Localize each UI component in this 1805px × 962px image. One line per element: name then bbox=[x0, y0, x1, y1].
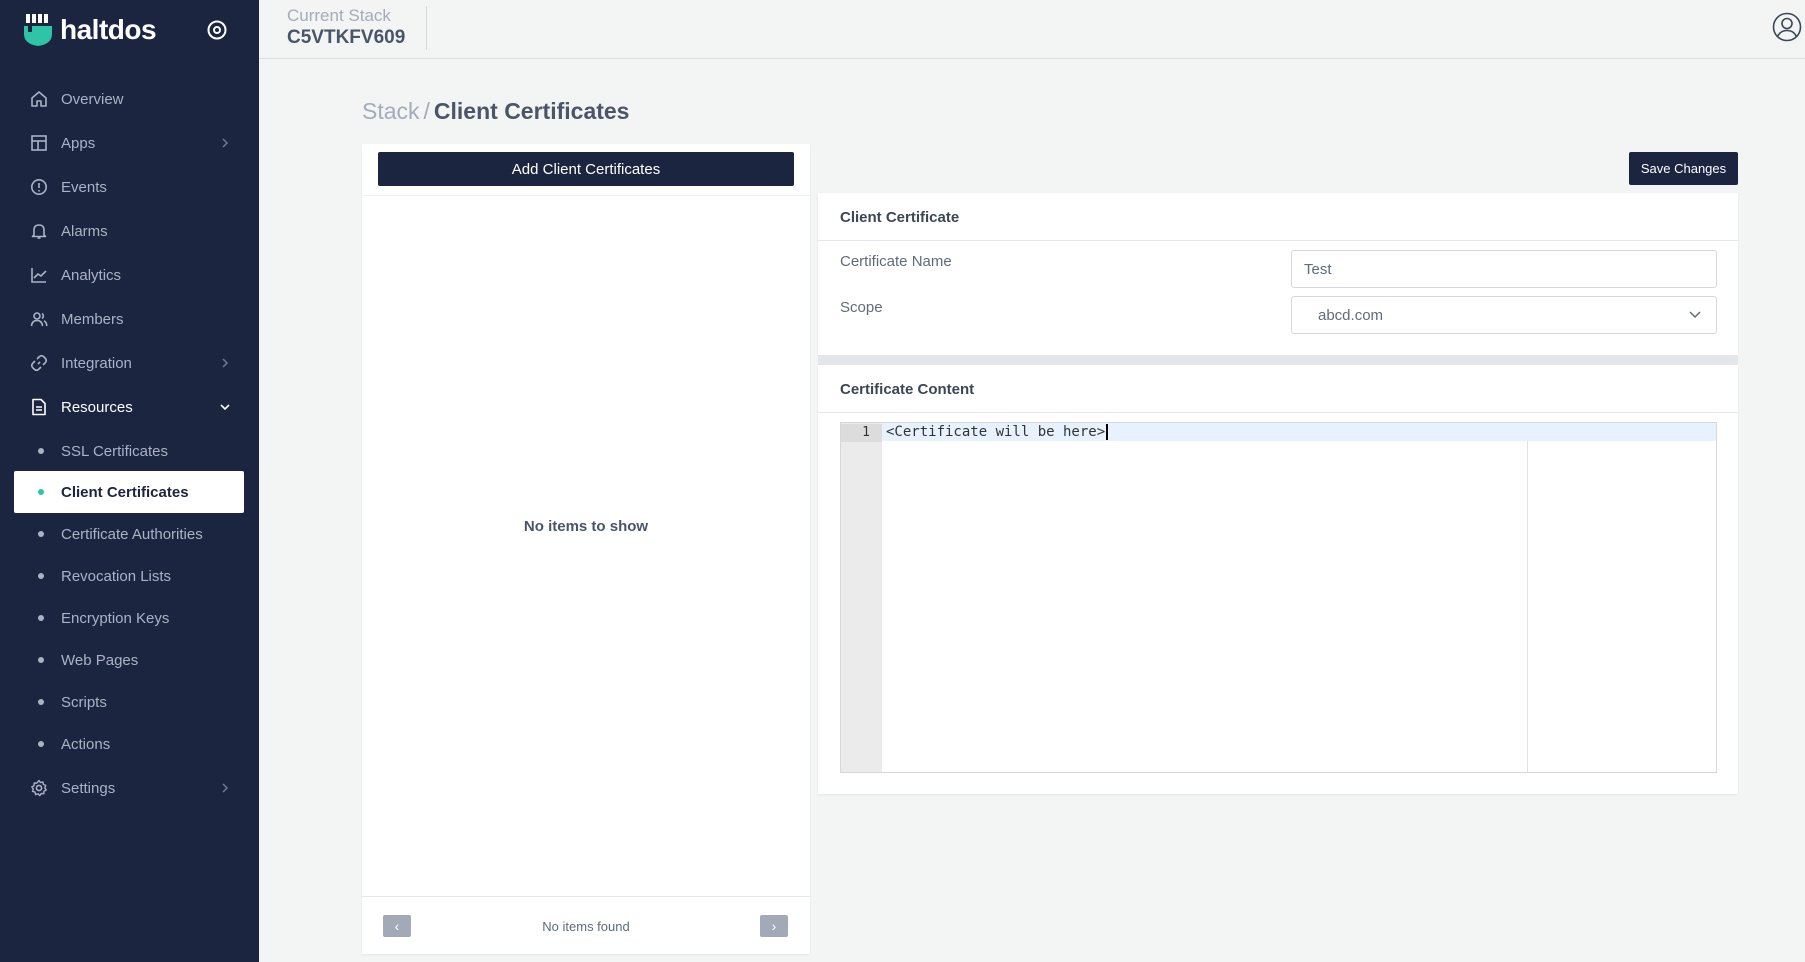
breadcrumb-separator: / bbox=[423, 98, 430, 124]
sidebar-item-members[interactable]: Members bbox=[0, 299, 259, 339]
brand-name: haltdos bbox=[60, 14, 157, 45]
sidebar-subitem-certificate-authorities[interactable]: Certificate Authorities bbox=[14, 513, 244, 555]
card-spacer bbox=[818, 355, 1738, 365]
scope-label: Scope bbox=[840, 299, 883, 316]
next-page-button[interactable]: › bbox=[760, 915, 788, 937]
sidebar-item-settings[interactable]: Settings bbox=[0, 768, 259, 808]
chevron-down-icon bbox=[220, 404, 230, 411]
sidebar-item-label: Settings bbox=[61, 779, 116, 797]
bullet-dot bbox=[38, 531, 44, 537]
sidebar-item-alarms[interactable]: Alarms bbox=[0, 211, 259, 251]
sidebar-subitem-ssl-certificates[interactable]: SSL Certificates bbox=[14, 430, 244, 472]
sidebar-item-events[interactable]: Events bbox=[0, 167, 259, 207]
settings-circle-icon[interactable] bbox=[206, 19, 228, 41]
certificate-name-value: Test bbox=[1304, 260, 1332, 278]
sidebar-subitem-label: Actions bbox=[61, 735, 111, 753]
pagination-info: No items found bbox=[542, 919, 630, 934]
sidebar-item-label: Members bbox=[61, 310, 124, 328]
bullet-dot bbox=[38, 573, 44, 579]
save-changes-button[interactable]: Save Changes bbox=[1629, 152, 1738, 185]
sidebar-subitem-label: Web Pages bbox=[61, 651, 139, 669]
sidebar-item-label: Events bbox=[61, 178, 107, 196]
page-title: Client Certificates bbox=[433, 98, 630, 124]
certificate-list-panel: Add Client Certificates No items to show… bbox=[362, 144, 810, 954]
sidebar-item-label: Apps bbox=[61, 134, 96, 152]
apps-icon bbox=[30, 134, 48, 152]
sidebar-subitem-web-pages[interactable]: Web Pages bbox=[14, 639, 244, 681]
sidebar-item-analytics[interactable]: Analytics bbox=[0, 255, 259, 295]
current-stack-label: Current Stack bbox=[287, 6, 391, 25]
card-title: Client Certificate bbox=[840, 209, 960, 226]
divider bbox=[818, 412, 1738, 413]
sidebar-item-resources[interactable]: Resources bbox=[0, 387, 259, 427]
alert-circle-icon bbox=[30, 178, 48, 196]
editor-gutter bbox=[841, 423, 882, 772]
certificate-name-label: Certificate Name bbox=[840, 253, 952, 270]
scope-select[interactable]: abcd.com bbox=[1291, 296, 1717, 334]
sidebar-subitem-actions[interactable]: Actions bbox=[14, 723, 244, 765]
chevron-right-icon bbox=[222, 138, 229, 148]
sidebar-subitem-scripts[interactable]: Scripts bbox=[14, 681, 244, 723]
client-certificate-card: Client Certificate Certificate Name Test… bbox=[818, 193, 1738, 355]
bell-icon bbox=[30, 222, 48, 240]
bullet-dot bbox=[38, 448, 44, 454]
bullet-dot bbox=[38, 699, 44, 705]
scope-selected-value: abcd.com bbox=[1318, 306, 1384, 324]
sidebar-subitem-label: Encryption Keys bbox=[61, 609, 170, 627]
sidebar-subitem-label: Certificate Authorities bbox=[61, 525, 203, 543]
brand[interactable]: haltdos bbox=[24, 14, 157, 46]
bullet-dot bbox=[38, 615, 44, 621]
bullet-dot bbox=[38, 657, 44, 663]
divider bbox=[818, 240, 1738, 241]
sidebar-subitem-label: Scripts bbox=[61, 693, 107, 711]
sidebar-item-label: Analytics bbox=[61, 266, 122, 284]
add-client-certificates-button[interactable]: Add Client Certificates bbox=[378, 152, 794, 186]
haltdos-logo-icon bbox=[24, 14, 52, 46]
sidebar-item-overview[interactable]: Overview bbox=[0, 79, 259, 119]
certificate-code-editor[interactable]: 1 <Certificate will be here> bbox=[840, 422, 1717, 773]
sidebar-item-apps[interactable]: Apps bbox=[0, 123, 259, 163]
sidebar-subitem-label: Client Certificates bbox=[61, 483, 189, 501]
sidebar-item-label: Overview bbox=[61, 90, 124, 108]
pagination-bar: ‹ No items found › bbox=[362, 896, 810, 954]
chevron-down-icon bbox=[1689, 311, 1701, 319]
chevron-right-icon bbox=[222, 783, 229, 793]
chevron-right-icon bbox=[222, 358, 229, 368]
print-margin-line bbox=[1527, 441, 1528, 772]
user-avatar-icon[interactable] bbox=[1772, 12, 1802, 42]
sidebar-subitem-encryption-keys[interactable]: Encryption Keys bbox=[14, 597, 244, 639]
header-divider bbox=[426, 6, 427, 50]
breadcrumb: Stack / Client Certificates bbox=[362, 98, 629, 125]
empty-list-message: No items to show bbox=[523, 518, 649, 535]
sidebar-subitem-client-certificates[interactable]: Client Certificates bbox=[14, 471, 244, 513]
divider bbox=[362, 195, 810, 196]
sidebar: haltdos Overview Apps Events Alarms Anal… bbox=[0, 0, 259, 962]
top-header: Current Stack C5VTKFV609 bbox=[259, 0, 1805, 59]
sidebar-subitem-revocation-lists[interactable]: Revocation Lists bbox=[14, 555, 244, 597]
text-cursor bbox=[1106, 424, 1109, 440]
gear-icon bbox=[30, 779, 48, 797]
sidebar-item-label: Resources bbox=[61, 398, 133, 416]
home-icon bbox=[30, 90, 48, 108]
bullet-dot bbox=[38, 741, 44, 747]
line-number: 1 bbox=[841, 424, 882, 442]
breadcrumb-parent[interactable]: Stack bbox=[362, 98, 420, 124]
bullet-dot bbox=[38, 489, 44, 495]
certificate-content-card: Certificate Content 1 <Certificate will … bbox=[818, 365, 1738, 794]
editor-code-line[interactable]: <Certificate will be here> bbox=[886, 423, 1109, 441]
editor-code-text: <Certificate will be here> bbox=[886, 424, 1106, 440]
link-icon bbox=[30, 354, 48, 372]
sidebar-subitem-label: SSL Certificates bbox=[61, 442, 168, 460]
document-icon bbox=[30, 398, 48, 416]
current-stack-value[interactable]: C5VTKFV609 bbox=[287, 27, 405, 49]
chart-icon bbox=[30, 266, 48, 284]
sidebar-item-label: Alarms bbox=[61, 222, 108, 240]
users-icon bbox=[30, 310, 48, 328]
sidebar-item-integration[interactable]: Integration bbox=[0, 343, 259, 383]
certificate-name-input[interactable]: Test bbox=[1291, 250, 1717, 288]
sidebar-subitem-label: Revocation Lists bbox=[61, 567, 172, 585]
card-title: Certificate Content bbox=[840, 381, 975, 398]
sidebar-item-label: Integration bbox=[61, 354, 132, 372]
